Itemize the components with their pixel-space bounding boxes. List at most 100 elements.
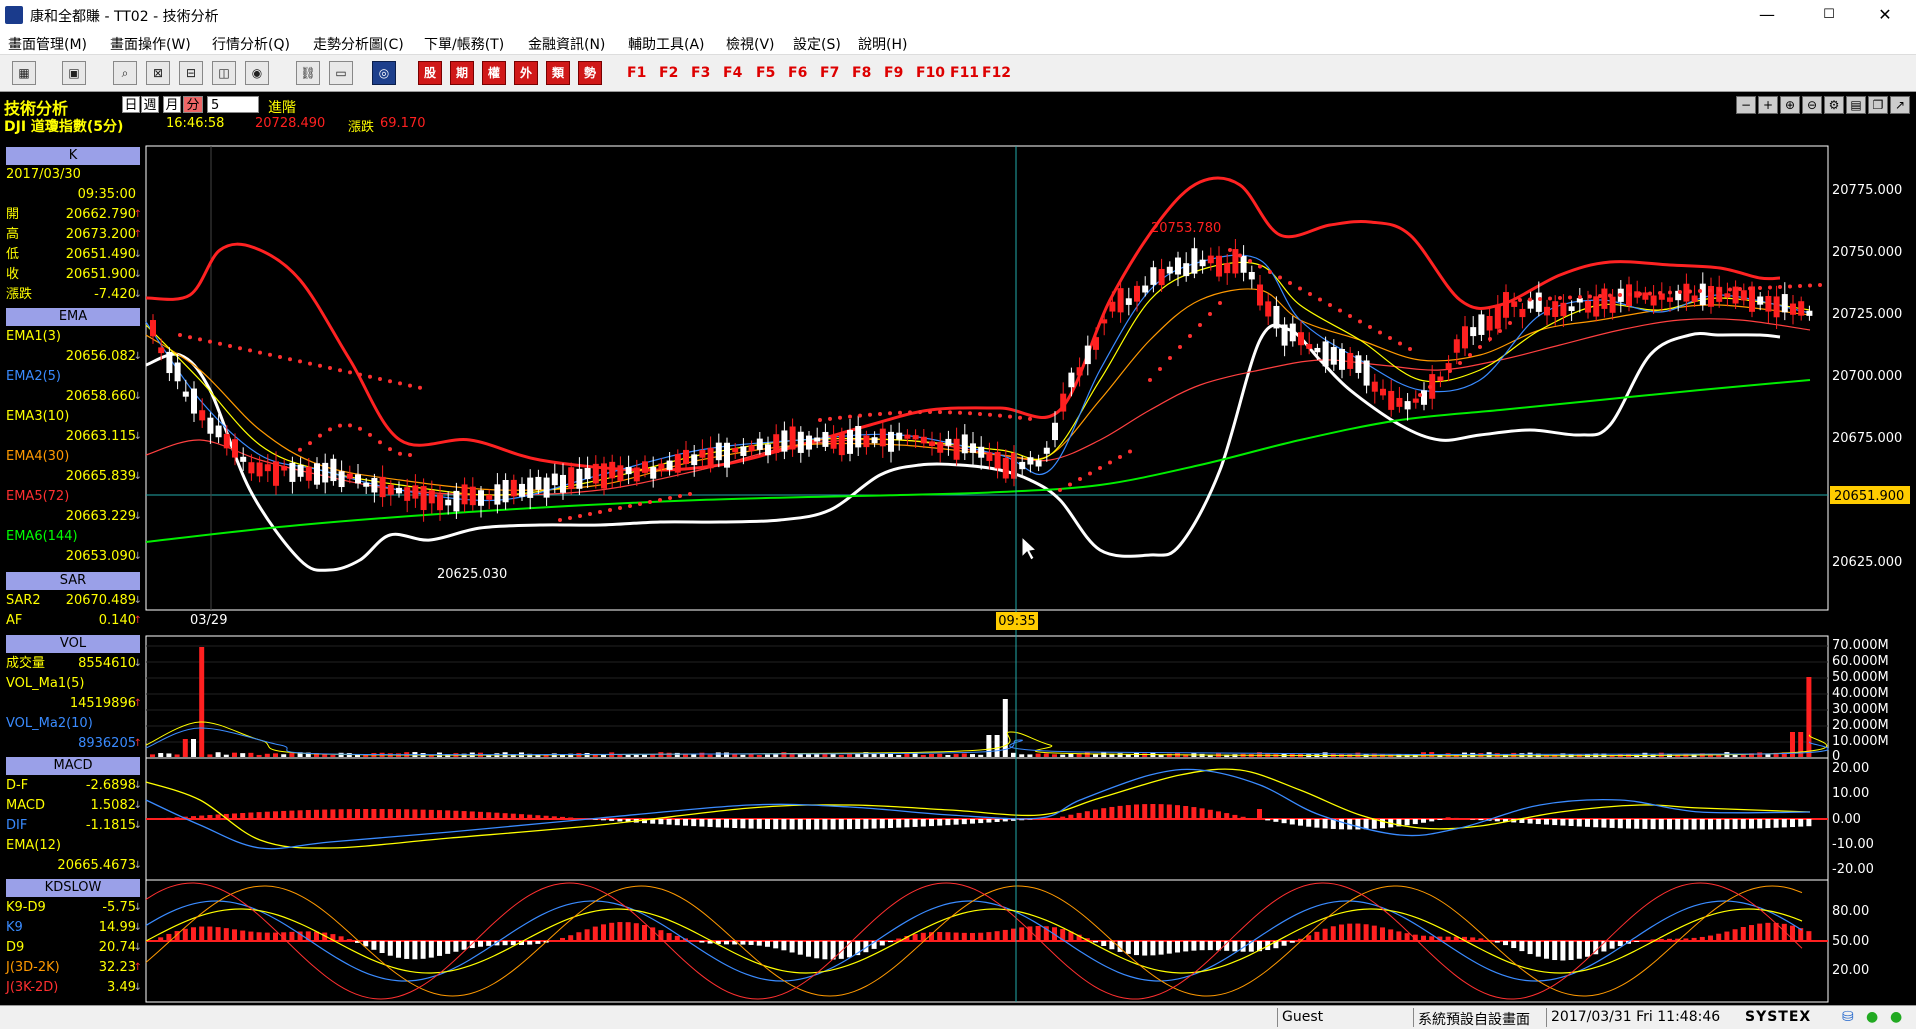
volume-axis-label: 20.000M [1832, 718, 1889, 733]
candle-body [855, 426, 862, 448]
candle-body [1183, 263, 1190, 277]
candle-body [568, 467, 575, 489]
ema-row: 20658.660 ↓ [6, 388, 142, 406]
macd-histogram-bar [920, 819, 926, 827]
macd-histogram-bar [264, 811, 270, 820]
candle-body [978, 446, 985, 458]
kd-histogram-bar [1207, 941, 1213, 951]
volume-bar [1199, 753, 1205, 757]
kd-row: K9 14.99 ↓ [6, 919, 142, 937]
macd-histogram-bar [1527, 819, 1533, 824]
macd-histogram-bar [674, 819, 680, 826]
candle-body [1191, 248, 1198, 274]
sar-dot [1428, 385, 1432, 389]
candle-body [551, 473, 558, 486]
kd-histogram-bar [953, 932, 959, 942]
candle-body [1068, 372, 1075, 388]
ohlc-value: 20662.790 [65, 207, 136, 222]
sar-dot [308, 441, 312, 446]
macd-histogram-bar [1043, 817, 1049, 820]
volume-bar [781, 752, 787, 757]
sar-dot [1498, 329, 1502, 333]
macd-histogram-bar [1617, 819, 1623, 829]
sar-dot [1728, 287, 1732, 292]
volume-bar [1806, 677, 1812, 757]
kd-histogram-bar [1371, 925, 1377, 942]
macd-histogram-bar [1691, 819, 1697, 830]
candle-body [1380, 388, 1386, 396]
candle-body [166, 351, 173, 374]
candle-body [1002, 458, 1009, 479]
kd-row: D9 20.74 ↓ [6, 939, 142, 957]
kd-histogram-bar [740, 941, 746, 945]
sar-dot [1778, 285, 1782, 289]
sar-dot [598, 510, 602, 514]
kd-histogram-bar [314, 931, 319, 942]
volume-bar [1035, 753, 1041, 757]
ohlc-arrow-icon: ↑ [133, 209, 142, 220]
vol-label: VOL_Ma1(5) [6, 676, 85, 691]
macd-histogram-bar [1716, 819, 1722, 830]
kd-histogram-bar [453, 941, 459, 952]
status-layout[interactable]: 系統預設自設畫面 [1418, 1009, 1530, 1029]
macd-histogram-bar [322, 809, 328, 820]
macd-histogram-bar [1224, 813, 1230, 820]
sar-dot [288, 357, 292, 362]
kd-histogram-bar [346, 939, 352, 942]
candle-body [1084, 345, 1091, 365]
macd-row: D-F -2.6898 ↓ [6, 777, 142, 795]
sar-dot [348, 423, 352, 428]
high-price-label: 20753.780 [1151, 221, 1221, 236]
kd-histogram-bar [773, 941, 779, 949]
candle-body [1453, 339, 1460, 353]
candle-body [945, 438, 952, 446]
sar-dot [1698, 289, 1702, 293]
candle-body [658, 463, 665, 469]
candle-body [748, 445, 755, 452]
sar-dot [928, 410, 932, 414]
macd-histogram-bar [1002, 819, 1008, 822]
sar-dot [688, 492, 692, 496]
macd-histogram-bar [797, 819, 803, 830]
macd-histogram-bar [207, 815, 213, 820]
macd-histogram-bar [1560, 819, 1566, 826]
volume-bar [896, 754, 902, 757]
candle-body [1117, 288, 1124, 313]
kd-histogram-bar [1388, 929, 1394, 942]
sar-dot [378, 440, 382, 445]
kd-histogram-bar [601, 924, 606, 942]
macd-axis-label: 10.00 [1832, 786, 1869, 801]
chart-canvas[interactable]: 03/29 09:35 20753.780 20625.030 20775.000 207… [0, 0, 1916, 1005]
sar-dot [1758, 286, 1762, 290]
macd-histogram-bar [1216, 811, 1221, 820]
sar-dot [988, 412, 992, 417]
sar-dot [1578, 295, 1582, 299]
macd-histogram-bar [961, 819, 967, 825]
sar-dot [398, 381, 402, 386]
kd-row: K9-D9 -5.75 ↓ [6, 899, 142, 917]
kd-histogram-bar [633, 923, 639, 942]
kd-arrow-icon: ↓ [133, 942, 142, 953]
candle-body [174, 362, 181, 382]
kd-arrow-icon: ↓ [133, 902, 142, 913]
sar-dot [1118, 455, 1122, 459]
macd-histogram-bar [879, 819, 885, 829]
volume-bar [1511, 752, 1517, 757]
ema-row: EMA3(10) [6, 408, 140, 426]
kd-histogram-bar [437, 941, 442, 956]
sar-dot [588, 512, 592, 516]
candle-body [1224, 263, 1231, 274]
macd-row: 20665.4673 ↓ [6, 857, 142, 875]
kd-histogram-bar [1002, 929, 1008, 942]
macd-histogram-bar [469, 811, 475, 820]
candle-body [1740, 290, 1747, 301]
macd-histogram-bar [1421, 819, 1426, 823]
macd-histogram-bar [1765, 819, 1771, 829]
macd-histogram-bar [724, 819, 729, 828]
volume-bar [289, 753, 295, 757]
macd-histogram-bar [1781, 819, 1787, 828]
macd-histogram-bar [1322, 819, 1328, 829]
kd-histogram-bar [1806, 931, 1812, 942]
kd-histogram-bar [1527, 941, 1533, 955]
macd-histogram-bar [691, 819, 697, 827]
